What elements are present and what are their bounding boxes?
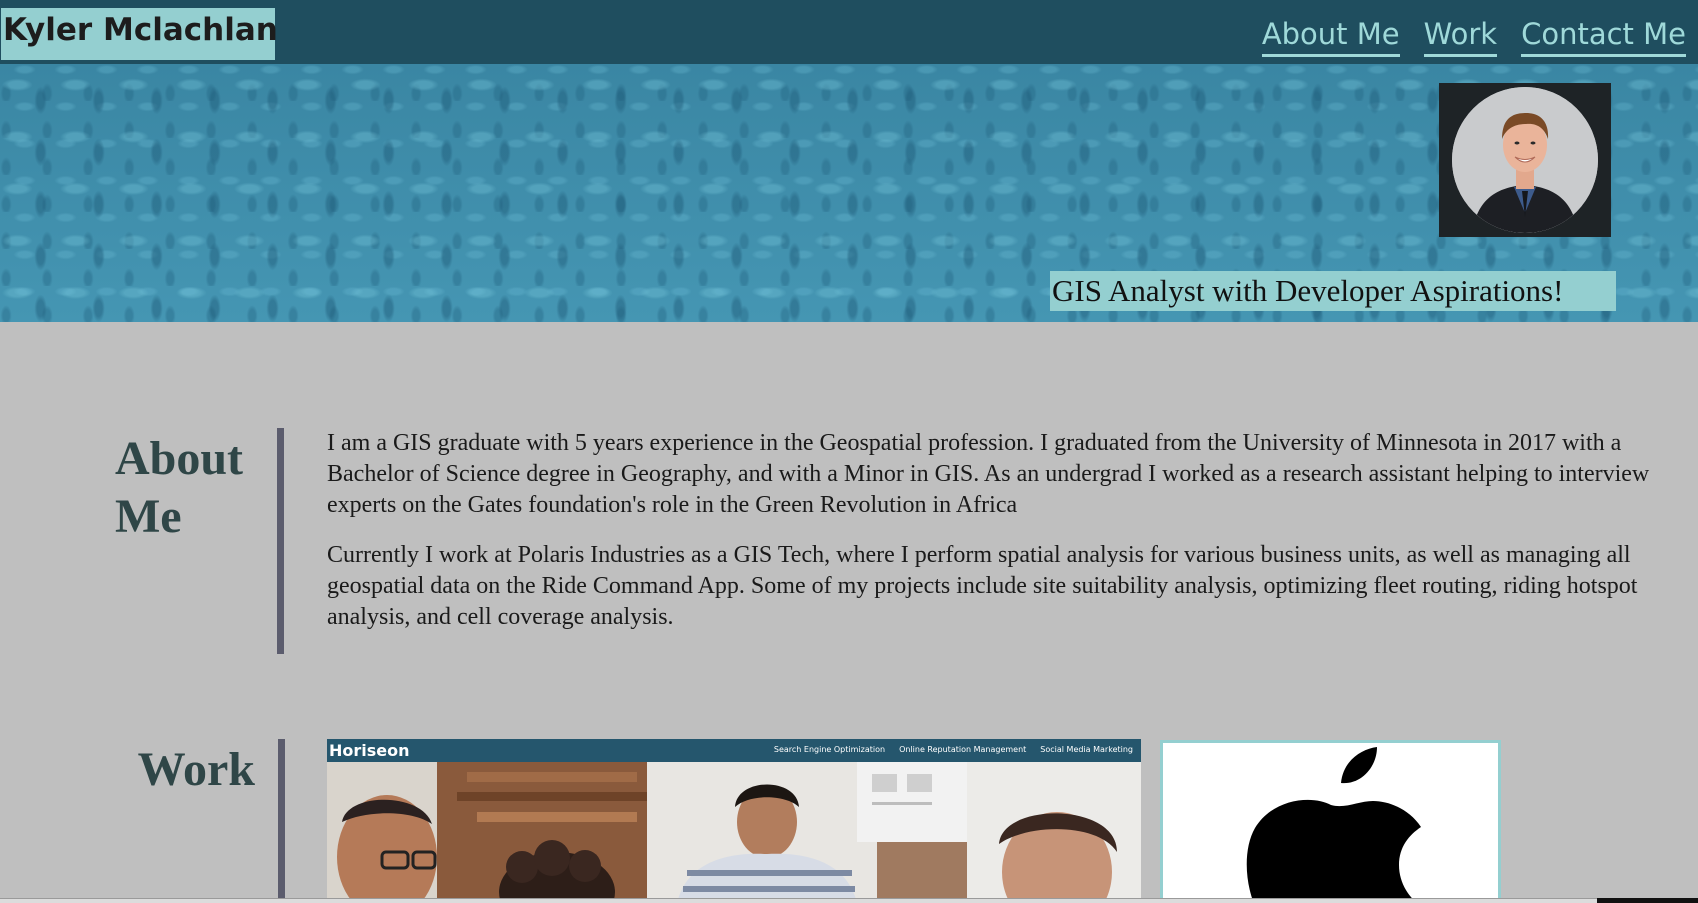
hero-tagline: GIS Analyst with Developer Aspirations! bbox=[1050, 271, 1616, 311]
horiseon-nav: Search Engine Optimization Online Reputa… bbox=[774, 739, 1133, 761]
nav-link-work[interactable]: Work bbox=[1423, 14, 1498, 57]
nav-links: About Me Work Contact Me bbox=[1261, 14, 1686, 57]
nav-link-about-me[interactable]: About Me bbox=[1261, 14, 1400, 57]
about-divider bbox=[277, 428, 284, 654]
window-bottom-edge bbox=[0, 898, 1698, 903]
horiseon-logo: Horiseon bbox=[329, 741, 410, 760]
about-heading: About Me bbox=[115, 432, 244, 543]
hero-banner: GIS Analyst with Developer Aspirations! bbox=[0, 64, 1698, 322]
horiseon-hero-photo bbox=[327, 762, 1141, 903]
about-paragraph-2: Currently I work at Polaris Industries a… bbox=[327, 542, 1638, 630]
horiseon-nav-item: Search Engine Optimization bbox=[773, 745, 886, 754]
project-card-horiseon[interactable]: Horiseon Search Engine Optimization Onli… bbox=[327, 739, 1141, 903]
horiseon-header-bar: Horiseon Search Engine Optimization Onli… bbox=[327, 739, 1141, 762]
about-text: I am a GIS graduate with 5 years experie… bbox=[327, 428, 1698, 652]
nav-link-contact-me[interactable]: Contact Me bbox=[1521, 14, 1686, 57]
work-heading: Work bbox=[137, 743, 255, 796]
apple-logo-icon bbox=[1246, 747, 1421, 903]
project-card-apple[interactable] bbox=[1160, 740, 1501, 903]
work-divider bbox=[278, 739, 285, 903]
horiseon-nav-item: Online Reputation Management bbox=[899, 745, 1027, 754]
avatar-frame bbox=[1439, 83, 1611, 237]
site-brand[interactable]: Kyler Mclachlan bbox=[1, 8, 278, 60]
profile-photo bbox=[1452, 87, 1598, 233]
top-nav: Kyler Mclachlan About Me Work Contact Me bbox=[0, 0, 1698, 64]
about-paragraph-1: I am a GIS graduate with 5 years experie… bbox=[327, 430, 1650, 518]
window-bottom-edge-dark bbox=[1597, 898, 1698, 903]
profile-photo-drawing bbox=[1452, 87, 1598, 233]
horiseon-nav-item: Social Media Marketing bbox=[1040, 745, 1133, 754]
